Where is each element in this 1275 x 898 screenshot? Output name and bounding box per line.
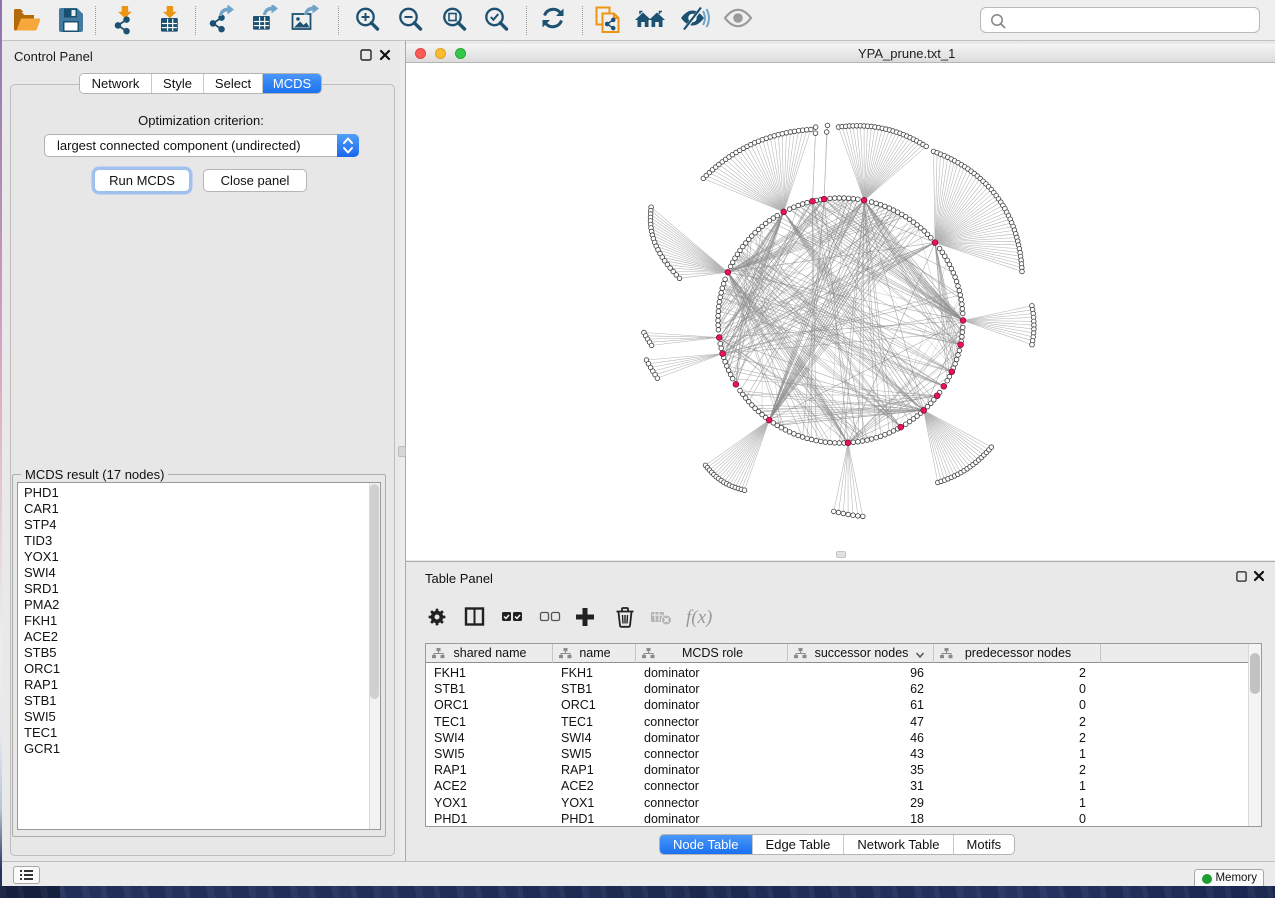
svg-text:f(x): f(x) xyxy=(686,607,712,628)
